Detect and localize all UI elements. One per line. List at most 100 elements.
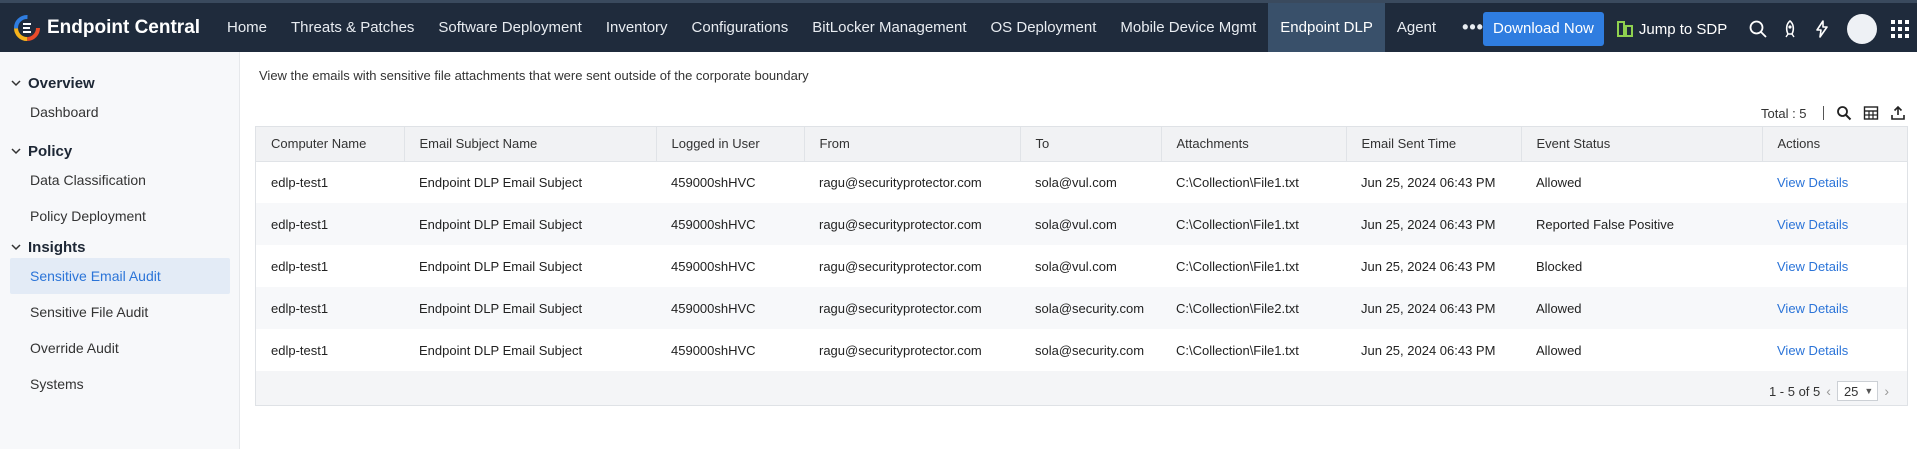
sidebar-item-dashboard[interactable]: Dashboard bbox=[0, 94, 240, 130]
chevron-down-icon bbox=[11, 80, 21, 87]
sidebar-section-title: Insights bbox=[28, 238, 86, 256]
cell-to: sola@security.com bbox=[1020, 287, 1161, 329]
cell-event-status: Allowed bbox=[1536, 174, 1582, 190]
cell-from: ragu@securityprotector.com bbox=[804, 287, 1020, 329]
apps-grid-icon[interactable] bbox=[1889, 18, 1911, 40]
view-details-link[interactable]: View Details bbox=[1777, 343, 1848, 358]
tab-os-deployment[interactable]: OS Deployment bbox=[979, 3, 1109, 52]
cell-computer-name: edlp-test1 bbox=[256, 287, 404, 329]
download-now-button[interactable]: Download Now bbox=[1483, 12, 1604, 46]
bolt-icon[interactable] bbox=[1811, 18, 1833, 40]
column-header-email-subject-name[interactable]: Email Subject Name bbox=[404, 127, 657, 162]
cell-from: ragu@securityprotector.com bbox=[819, 258, 982, 274]
table-search-icon[interactable] bbox=[1836, 105, 1852, 121]
cell-actions: View Details bbox=[1762, 329, 1907, 371]
column-header-event-status[interactable]: Event Status bbox=[1521, 127, 1763, 162]
view-details-link[interactable]: View Details bbox=[1777, 301, 1848, 316]
cell-logged-in-user: 459000shHVC bbox=[671, 342, 756, 358]
cell-attachments: C:\Collection\File1.txt bbox=[1161, 203, 1346, 245]
view-details-link[interactable]: View Details bbox=[1777, 259, 1848, 274]
cell-computer-name: edlp-test1 bbox=[271, 174, 329, 190]
sidebar-section-policy: Policy Data Classification Policy Deployme… bbox=[0, 140, 240, 234]
main-content: View the emails with sensitive file atta… bbox=[241, 52, 1917, 449]
avatar[interactable] bbox=[1847, 14, 1878, 44]
table-row[interactable]: edlp-test1 Endpoint DLP Email Subject 4590… bbox=[256, 287, 1907, 329]
cell-email-subject-name: Endpoint DLP Email Subject bbox=[404, 287, 656, 329]
cell-actions: View Details bbox=[1762, 287, 1907, 329]
pagination: 1 - 5 of 5 ‹ 25 ▼ › bbox=[1769, 381, 1895, 401]
jump-to-sdp-label: Jump to SDP bbox=[1638, 20, 1728, 38]
tab-bitlocker-management[interactable]: BitLocker Management bbox=[800, 3, 978, 52]
main-tabs: Home Threats & Patches Software Deployment… bbox=[215, 3, 1498, 52]
tab-agent[interactable]: Agent bbox=[1385, 3, 1448, 52]
app-name: Endpoint Central bbox=[47, 16, 201, 38]
sidebar-item-policy-deployment[interactable]: Policy Deployment bbox=[0, 198, 240, 234]
column-header-to[interactable]: To bbox=[1020, 127, 1162, 162]
view-details-link[interactable]: View Details bbox=[1777, 175, 1848, 190]
tab-mobile-device-mgmt[interactable]: Mobile Device Mgmt bbox=[1108, 3, 1268, 52]
table-row[interactable]: edlp-test1 Endpoint DLP Email Subject 4590… bbox=[256, 203, 1907, 245]
page-description: View the emails with sensitive file atta… bbox=[259, 68, 809, 83]
jump-to-sdp-link[interactable]: Jump to SDP bbox=[1616, 20, 1727, 38]
column-header-attachments[interactable]: Attachments bbox=[1161, 127, 1347, 162]
cell-logged-in-user: 459000shHVC bbox=[656, 203, 804, 245]
sidebar-section-insights: Insights Sensitive Email Audit Sensitive F… bbox=[0, 236, 240, 402]
next-page-icon[interactable]: › bbox=[1884, 383, 1889, 399]
toolbar-divider bbox=[1822, 106, 1824, 120]
chevron-down-icon: ▼ bbox=[1864, 386, 1874, 396]
cell-computer-name: edlp-test1 bbox=[256, 203, 404, 245]
tab-configurations[interactable]: Configurations bbox=[680, 3, 801, 52]
sidebar-item-sensitive-file-audit[interactable]: Sensitive File Audit bbox=[0, 294, 240, 330]
sidebar-item-override-audit[interactable]: Override Audit bbox=[0, 330, 240, 366]
tab-home[interactable]: Home bbox=[215, 3, 279, 52]
cell-computer-name: edlp-test1 bbox=[271, 258, 329, 274]
sidebar-section-header-insights[interactable]: Insights bbox=[0, 236, 240, 258]
sidebar-section-title: Overview bbox=[28, 74, 95, 92]
sidebar-section-header-overview[interactable]: Overview bbox=[0, 72, 240, 94]
cell-email-subject-name: Endpoint DLP Email Subject bbox=[419, 342, 583, 358]
table-row[interactable]: edlp-test1 Endpoint DLP Email Subject 4590… bbox=[256, 245, 1907, 287]
page-size-select[interactable]: 25 ▼ bbox=[1836, 381, 1879, 401]
cell-from: ragu@securityprotector.com bbox=[819, 342, 982, 358]
sidebar-item-sensitive-email-audit[interactable]: Sensitive Email Audit bbox=[10, 258, 230, 294]
cell-event-status: Allowed bbox=[1521, 287, 1762, 329]
sidebar-item-data-classification[interactable]: Data Classification bbox=[0, 162, 240, 198]
sidebar-item-systems[interactable]: Systems bbox=[0, 366, 240, 402]
cell-logged-in-user: 459000shHVC bbox=[671, 174, 756, 190]
cell-from: ragu@securityprotector.com bbox=[819, 174, 982, 190]
table-row[interactable]: edlp-test1 Endpoint DLP Email Subject 4590… bbox=[256, 161, 1907, 203]
prev-page-icon[interactable]: ‹ bbox=[1826, 383, 1831, 399]
sidebar-section-header-policy[interactable]: Policy bbox=[0, 140, 240, 162]
cell-email-sent-time: Jun 25, 2024 06:43 PM bbox=[1346, 203, 1521, 245]
cell-to: sola@vul.com bbox=[1020, 203, 1161, 245]
cell-email-subject-name: Endpoint DLP Email Subject bbox=[404, 203, 656, 245]
sdp-icon bbox=[1616, 21, 1633, 37]
search-icon[interactable] bbox=[1747, 18, 1769, 40]
column-header-actions[interactable]: Actions bbox=[1762, 127, 1907, 162]
column-header-computer-name[interactable]: Computer Name bbox=[256, 127, 405, 162]
cell-to: sola@vul.com bbox=[1035, 258, 1117, 274]
top-navigation-bar: Endpoint Central Home Threats & Patches So… bbox=[0, 0, 1917, 52]
column-header-logged-in-user[interactable]: Logged in User bbox=[656, 127, 805, 162]
cell-from: ragu@securityprotector.com bbox=[804, 203, 1020, 245]
tab-software-deployment[interactable]: Software Deployment bbox=[426, 3, 593, 52]
sidebar: Overview Dashboard Policy Data Classificati… bbox=[0, 52, 240, 449]
cell-email-sent-time: Jun 25, 2024 06:43 PM bbox=[1346, 287, 1521, 329]
email-audit-table: Computer Name Email Subject Name Logged in… bbox=[256, 127, 1907, 371]
export-icon[interactable] bbox=[1890, 105, 1906, 121]
tab-endpoint-dlp[interactable]: Endpoint DLP bbox=[1268, 3, 1385, 52]
tab-inventory[interactable]: Inventory bbox=[594, 3, 680, 52]
table-row[interactable]: edlp-test1 Endpoint DLP Email Subject 4590… bbox=[256, 329, 1907, 371]
cell-attachments: C:\Collection\File2.txt bbox=[1161, 287, 1346, 329]
cell-email-subject-name: Endpoint DLP Email Subject bbox=[419, 258, 583, 274]
column-header-email-sent-time[interactable]: Email Sent Time bbox=[1346, 127, 1522, 162]
column-header-from[interactable]: From bbox=[804, 127, 1021, 162]
cell-logged-in-user: 459000shHVC bbox=[656, 287, 804, 329]
column-chooser-icon[interactable] bbox=[1863, 105, 1879, 121]
table-toolbar: Total : 5 bbox=[1761, 104, 1917, 122]
cell-to: sola@vul.com bbox=[1035, 174, 1117, 190]
tab-threats-patches[interactable]: Threats & Patches bbox=[279, 3, 426, 52]
rocket-icon[interactable] bbox=[1779, 18, 1801, 40]
brand[interactable]: Endpoint Central bbox=[0, 14, 215, 41]
view-details-link[interactable]: View Details bbox=[1777, 217, 1848, 232]
